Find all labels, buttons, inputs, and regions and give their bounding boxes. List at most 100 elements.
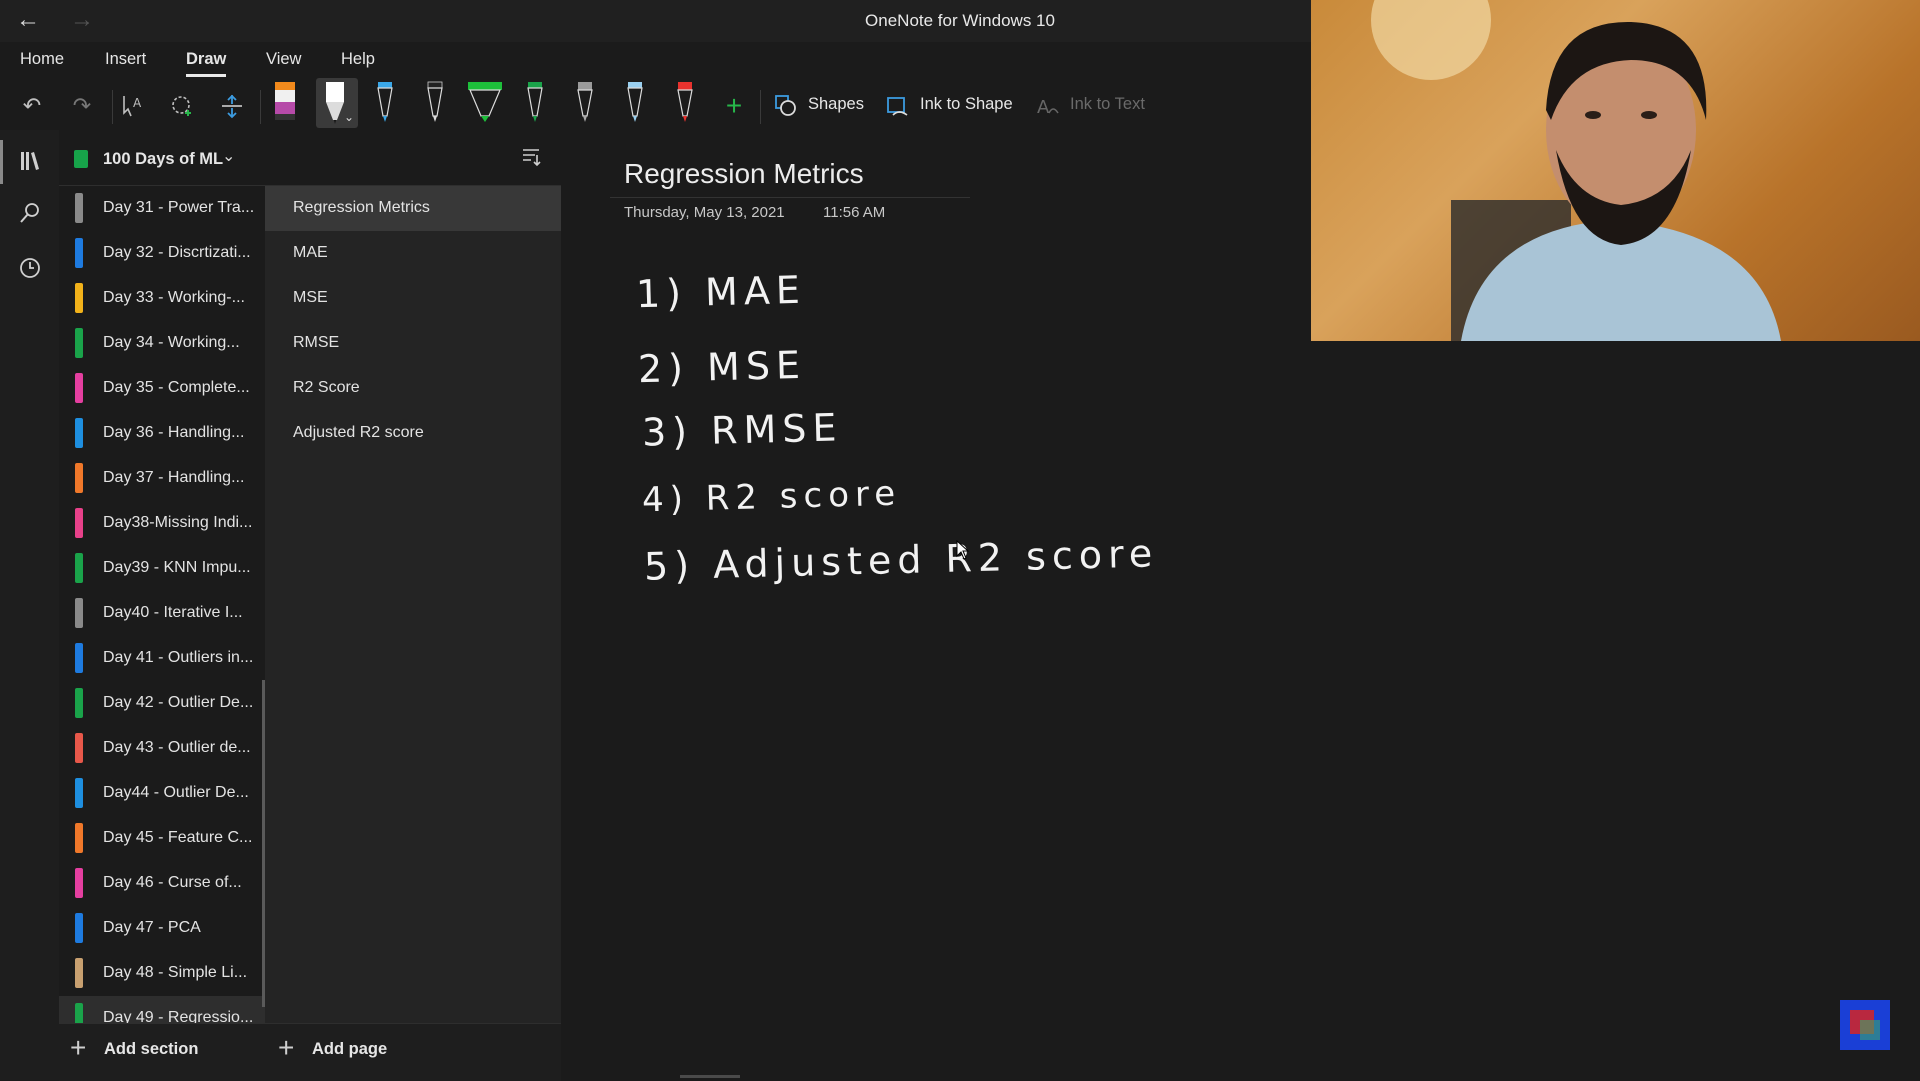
section-item[interactable]: Day 43 - Outlier de... xyxy=(59,726,265,771)
type-select-icon[interactable]: A xyxy=(117,90,149,122)
shapes-icon[interactable] xyxy=(770,90,802,122)
page-date: Thursday, May 13, 2021 xyxy=(624,204,785,221)
recent-clock-icon[interactable] xyxy=(15,253,45,283)
chevron-down-icon[interactable]: ⌄ xyxy=(222,146,235,166)
section-item[interactable]: Day 32 - Discrtizati... xyxy=(59,231,265,276)
pen-red-icon[interactable] xyxy=(672,80,698,124)
ink-to-text-button[interactable]: Ink to Text xyxy=(1070,95,1145,114)
pen-lightblue-icon[interactable] xyxy=(622,80,648,124)
pen-black-icon[interactable] xyxy=(422,80,448,124)
section-item[interactable]: Day 35 - Complete... xyxy=(59,366,265,411)
page-label: Regression Metrics xyxy=(293,199,430,216)
page-item[interactable]: MAE xyxy=(265,231,561,276)
section-item[interactable]: Day 41 - Outliers in... xyxy=(59,636,265,681)
page-label: MAE xyxy=(293,244,328,261)
page-item[interactable]: RMSE xyxy=(265,321,561,366)
page-item[interactable]: MSE xyxy=(265,276,561,321)
section-color-tab xyxy=(75,238,83,268)
horizontal-scrollbar[interactable] xyxy=(680,1075,740,1078)
presenter-video-image xyxy=(1371,0,1781,341)
menu-help[interactable]: Help xyxy=(341,50,375,69)
section-label: Day44 - Outlier De... xyxy=(103,784,249,801)
add-page-plus-icon[interactable]: + xyxy=(278,1032,294,1064)
section-label: Day 36 - Handling... xyxy=(103,424,245,441)
svg-text:A: A xyxy=(1037,97,1050,118)
add-pen-icon[interactable]: + xyxy=(718,90,750,122)
menu-draw[interactable]: Draw xyxy=(186,50,226,69)
section-item[interactable]: Day 46 - Curse of... xyxy=(59,861,265,906)
notebooks-icon[interactable] xyxy=(15,146,45,176)
ink-to-shape-button[interactable]: Ink to Shape xyxy=(920,95,1013,114)
section-item[interactable]: Day38-Missing Indi... xyxy=(59,501,265,546)
highlighter-pen-icon[interactable] xyxy=(272,80,298,124)
notebook-title[interactable]: 100 Days of ML xyxy=(103,150,223,169)
shapes-button[interactable]: Shapes xyxy=(808,95,864,114)
section-item[interactable]: Day39 - KNN Impu... xyxy=(59,546,265,591)
redo-icon[interactable]: ↷ xyxy=(66,90,98,122)
page-item[interactable]: Regression Metrics xyxy=(265,186,561,231)
section-item[interactable]: Day 48 - Simple Li... xyxy=(59,951,265,996)
section-color-tab xyxy=(75,283,83,313)
chevron-down-icon[interactable]: ⌄ xyxy=(344,110,354,124)
section-item[interactable]: Day 47 - PCA xyxy=(59,906,265,951)
page-title[interactable]: Regression Metrics xyxy=(624,158,864,190)
section-color-tab xyxy=(75,823,83,853)
section-label: Day 31 - Power Tra... xyxy=(103,199,255,216)
section-color-tab xyxy=(75,868,83,898)
ink-to-text-icon[interactable]: A xyxy=(1032,90,1064,122)
add-section-button[interactable]: Add section xyxy=(104,1040,198,1059)
section-item[interactable]: Day 37 - Handling... xyxy=(59,456,265,501)
page-list: Regression Metrics MAE MSE RMSE R2 Score Adju… xyxy=(265,186,561,1023)
section-color-tab xyxy=(75,688,83,718)
section-label: Day 43 - Outlier de... xyxy=(103,739,251,756)
section-color-tab xyxy=(75,463,83,493)
section-item[interactable]: Day 33 - Working-... xyxy=(59,276,265,321)
section-item[interactable]: Day 45 - Feature C... xyxy=(59,816,265,861)
page-item[interactable]: R2 Score xyxy=(265,366,561,411)
search-icon[interactable] xyxy=(15,198,45,228)
add-section-plus-icon[interactable]: + xyxy=(70,1032,86,1064)
section-label: Day 32 - Discrtizati... xyxy=(103,244,251,261)
sort-icon[interactable] xyxy=(520,146,542,174)
pencil-gray-icon[interactable] xyxy=(572,80,598,124)
active-tab-indicator xyxy=(186,74,226,77)
title-underline xyxy=(610,197,970,198)
add-space-icon[interactable] xyxy=(216,90,248,122)
section-label: Day 34 - Working... xyxy=(103,334,240,351)
page-label: R2 Score xyxy=(293,379,360,396)
section-label: Day38-Missing Indi... xyxy=(103,514,253,531)
rail-active-indicator xyxy=(0,140,3,184)
menu-view[interactable]: View xyxy=(266,50,301,69)
pen-green-icon[interactable] xyxy=(522,80,548,124)
highlighter-green-icon[interactable] xyxy=(466,80,504,124)
pen-blue-icon[interactable] xyxy=(372,80,398,124)
toolbar-separator xyxy=(112,90,113,124)
undo-icon[interactable]: ↶ xyxy=(16,90,48,122)
channel-logo-icon xyxy=(1840,1000,1890,1050)
section-item[interactable]: Day 31 - Power Tra... xyxy=(59,186,265,231)
page-time: 11:56 AM xyxy=(823,204,886,221)
section-item[interactable]: Day 36 - Handling... xyxy=(59,411,265,456)
section-item[interactable]: Day 34 - Working... xyxy=(59,321,265,366)
menu-home[interactable]: Home xyxy=(20,50,64,69)
section-color-tab xyxy=(75,418,83,448)
section-label: Day 35 - Complete... xyxy=(103,379,250,396)
ink-line-4: 4) R2 score xyxy=(641,473,902,521)
section-color-tab xyxy=(75,373,83,403)
section-label: Day 33 - Working-... xyxy=(103,289,245,306)
section-item[interactable]: Day44 - Outlier De... xyxy=(59,771,265,816)
section-label: Day 45 - Feature C... xyxy=(103,829,253,846)
section-color-tab xyxy=(75,913,83,943)
lasso-select-icon[interactable] xyxy=(166,90,198,122)
page-label: RMSE xyxy=(293,334,340,351)
add-page-button[interactable]: Add page xyxy=(312,1040,387,1059)
section-color-tab xyxy=(75,553,83,583)
ink-line-3: 3) RMSE xyxy=(641,405,843,455)
section-item[interactable]: Day40 - Iterative I... xyxy=(59,591,265,636)
section-label: Day39 - KNN Impu... xyxy=(103,559,251,576)
menu-insert[interactable]: Insert xyxy=(105,50,146,69)
section-item[interactable]: Day 42 - Outlier De... xyxy=(59,681,265,726)
ink-to-shape-icon[interactable] xyxy=(882,90,914,122)
section-color-tab xyxy=(75,328,83,358)
page-item[interactable]: Adjusted R2 score xyxy=(265,411,561,456)
